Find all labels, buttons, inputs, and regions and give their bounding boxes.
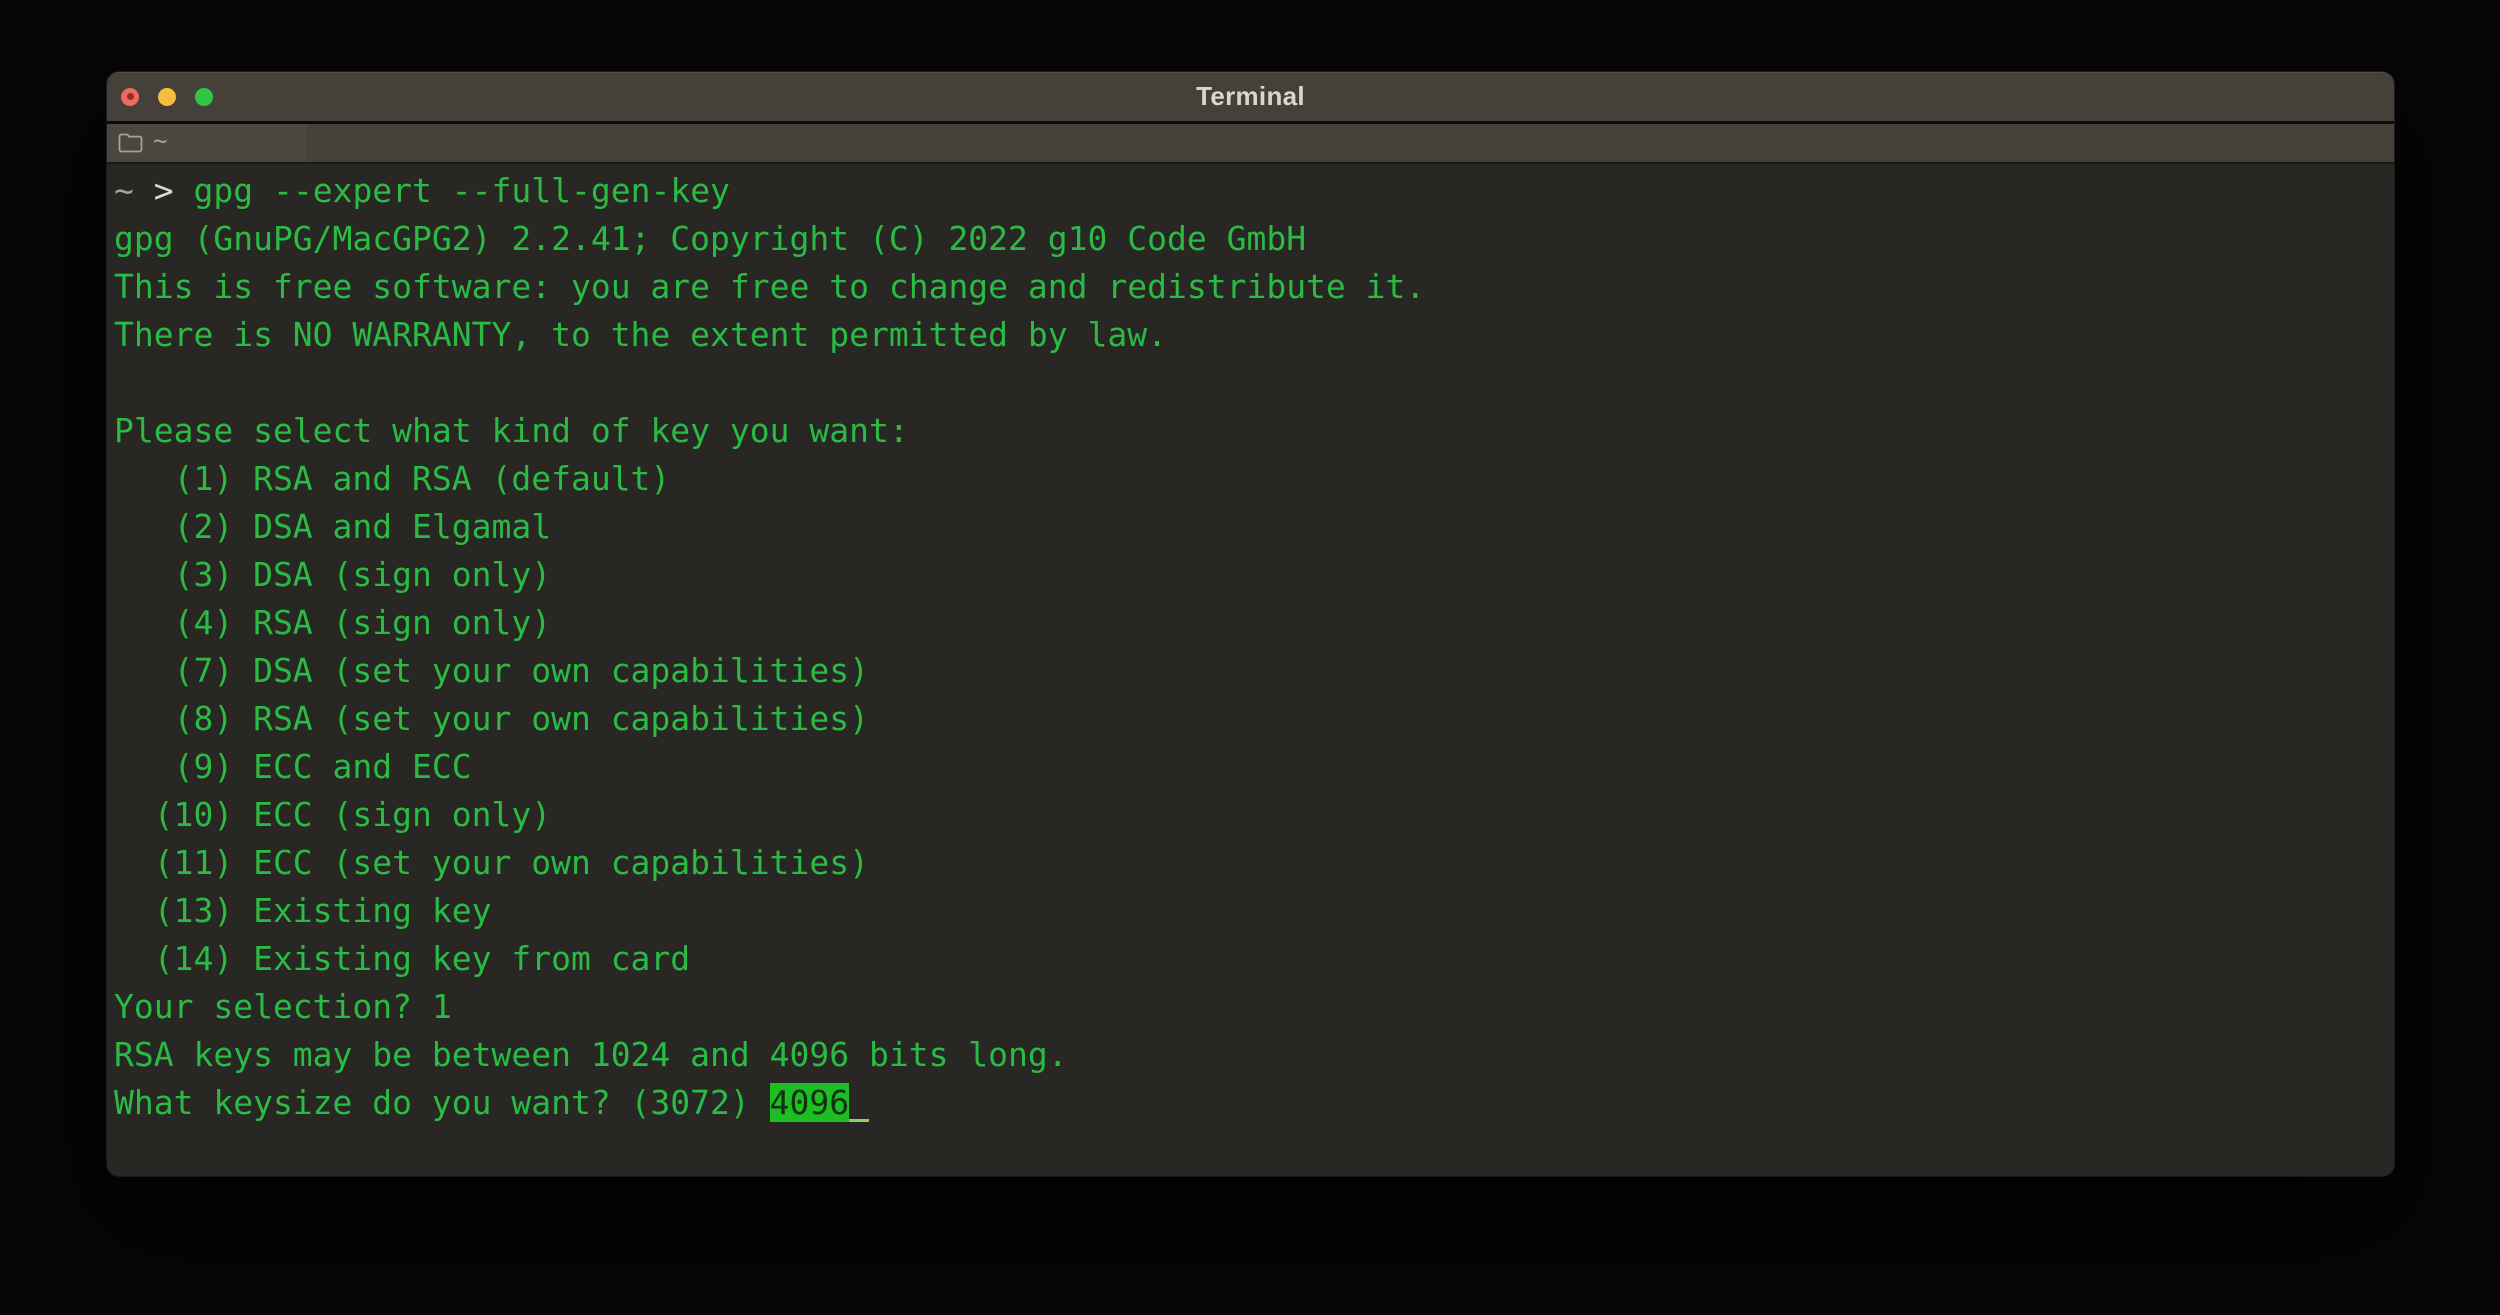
terminal-line: (4) RSA (sign only)	[114, 599, 2386, 647]
terminal-line: Please select what kind of key you want:	[114, 407, 2386, 455]
edited-indicator-dot	[127, 93, 134, 100]
text-segment: This is free software: you are free to c…	[114, 267, 1425, 306]
zoom-button[interactable]	[195, 88, 213, 106]
close-button[interactable]	[121, 88, 139, 106]
terminal-line: This is free software: you are free to c…	[114, 263, 2386, 311]
terminal-output[interactable]: ~ > gpg --expert --full-gen-key gpg (GnuP…	[107, 164, 2394, 1176]
tab-bar: ~	[107, 124, 2394, 164]
terminal-line: (9) ECC and ECC	[114, 743, 2386, 791]
text-segment: (10) ECC (sign only)	[114, 795, 551, 834]
text-segment: (8) RSA (set your own capabilities)	[114, 699, 869, 738]
terminal-line: (8) RSA (set your own capabilities)	[114, 695, 2386, 743]
text-segment: (4) RSA (sign only)	[114, 603, 551, 642]
cursor: _	[849, 1083, 869, 1122]
prompt-path: ~	[114, 171, 134, 210]
text-segment: (7) DSA (set your own capabilities)	[114, 651, 869, 690]
terminal-line: (10) ECC (sign only)	[114, 791, 2386, 839]
selected-input: 4096	[770, 1083, 849, 1122]
terminal-line: ~ > gpg --expert --full-gen-key	[114, 167, 2386, 215]
text-segment: gpg (GnuPG/MacGPG2) 2.2.41; Copyright (C…	[114, 219, 1306, 258]
text-segment: Your selection? 1	[114, 987, 452, 1026]
terminal-line	[114, 359, 2386, 407]
terminal-line: There is NO WARRANTY, to the extent perm…	[114, 311, 2386, 359]
terminal-line: (3) DSA (sign only)	[114, 551, 2386, 599]
text-segment: There is NO WARRANTY, to the extent perm…	[114, 315, 1167, 354]
window-title: Terminal	[1196, 81, 1305, 112]
minimize-button[interactable]	[158, 88, 176, 106]
text-segment: (13) Existing key	[114, 891, 492, 930]
text-segment	[174, 171, 194, 210]
text-segment: (11) ECC (set your own capabilities)	[114, 843, 869, 882]
terminal-line: gpg (GnuPG/MacGPG2) 2.2.41; Copyright (C…	[114, 215, 2386, 263]
terminal-line: What keysize do you want? (3072) 4096_	[114, 1079, 2386, 1127]
tab-home[interactable]: ~	[107, 124, 307, 162]
text-segment: Please select what kind of key you want:	[114, 411, 909, 450]
title-bar[interactable]: Terminal	[107, 72, 2394, 124]
terminal-line: RSA keys may be between 1024 and 4096 bi…	[114, 1031, 2386, 1079]
terminal-line: (14) Existing key from card	[114, 935, 2386, 983]
prompt-symbol: >	[154, 171, 174, 210]
text-segment	[134, 171, 154, 210]
folder-icon	[117, 132, 144, 154]
text-segment: (14) Existing key from card	[114, 939, 690, 978]
text-segment: (2) DSA and Elgamal	[114, 507, 551, 546]
terminal-window: Terminal ~ ~ > gpg --expert --full-gen-k…	[107, 72, 2394, 1176]
terminal-line: (13) Existing key	[114, 887, 2386, 935]
text-segment: What keysize do you want? (3072)	[114, 1083, 770, 1122]
terminal-line: (2) DSA and Elgamal	[114, 503, 2386, 551]
text-segment: (1) RSA and RSA (default)	[114, 459, 670, 498]
terminal-line: Your selection? 1	[114, 983, 2386, 1031]
terminal-line: (7) DSA (set your own capabilities)	[114, 647, 2386, 695]
tab-label: ~	[153, 129, 167, 153]
traffic-lights	[121, 72, 213, 121]
terminal-line: (1) RSA and RSA (default)	[114, 455, 2386, 503]
desktop-background: { "colors": { "desktop_bg": "#060606", "…	[0, 0, 2500, 1315]
text-segment: (3) DSA (sign only)	[114, 555, 551, 594]
command-text: gpg --expert --full-gen-key	[194, 171, 730, 210]
text-segment: (9) ECC and ECC	[114, 747, 472, 786]
terminal-line: (11) ECC (set your own capabilities)	[114, 839, 2386, 887]
text-segment: RSA keys may be between 1024 and 4096 bi…	[114, 1035, 1068, 1074]
